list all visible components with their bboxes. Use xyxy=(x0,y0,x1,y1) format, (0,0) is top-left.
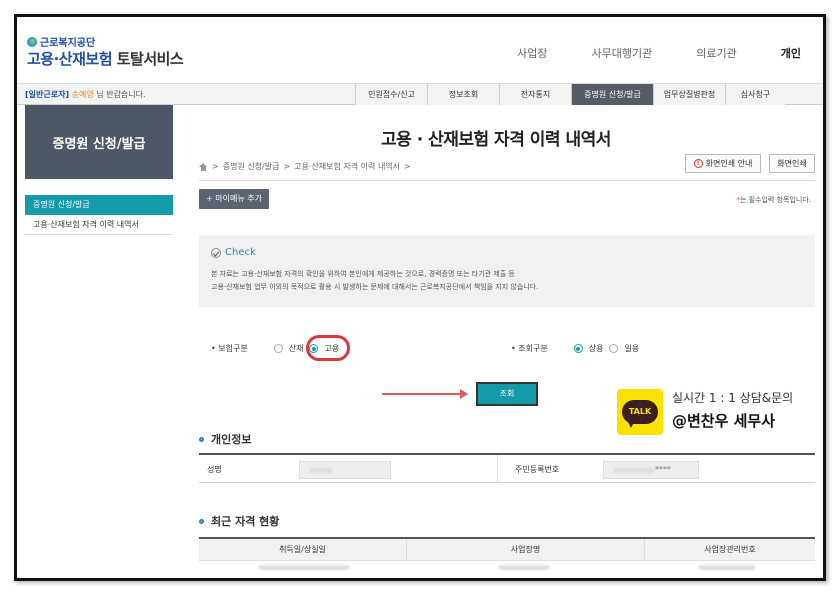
required-text: 는 필수입력 항목입니다. xyxy=(739,196,811,204)
breadcrumb: > 증명원 신청/발급 > 고용·산재보험 자격 이력 내역서 > xyxy=(199,161,411,172)
rrn-field xyxy=(603,461,699,479)
site-header: 근로복지공단 고용·산재보험 토탈서비스 사업장 사무대행기관 의료기관 개인 xyxy=(17,17,823,83)
section-title-history: 최근 자격 현황 xyxy=(199,513,279,529)
breadcrumb-sep: > xyxy=(404,162,411,171)
org-logo-icon xyxy=(27,36,37,47)
radio-daily[interactable] xyxy=(609,344,619,353)
masked-rrn xyxy=(614,468,654,473)
add-mymenu-button[interactable]: + 마이메뉴 추가 xyxy=(199,189,269,209)
radio-daily-label[interactable]: 일용 xyxy=(624,343,639,354)
menu-occupational-disease[interactable]: 업무상질병판정 xyxy=(653,84,725,105)
radio-regular[interactable] xyxy=(573,344,583,353)
greeting-suffix: 님 반갑습니다. xyxy=(93,90,146,99)
query-type-group: • 조회구분 상용 일용 xyxy=(511,343,639,354)
main-menubar: [일반근로자] 송예영 님 반갑습니다. 민원접수/신고 정보조회 전자통지 증… xyxy=(17,83,823,105)
talk-bubble-icon: TALK xyxy=(622,400,658,428)
menu-review-request[interactable]: 심사청구 xyxy=(725,84,785,105)
promo-account-name: @변찬우 세무사 xyxy=(672,412,776,430)
highlight-circle xyxy=(306,335,350,361)
query-type-label: • 조회구분 xyxy=(511,344,548,353)
kakao-talk-logo[interactable]: TALK xyxy=(617,389,663,435)
pointer-arrow xyxy=(382,389,468,399)
print-guide-label: 화면인쇄 안내 xyxy=(705,159,753,168)
cell-separator xyxy=(497,455,498,483)
check-notice-line-1: 본 자료는 고용·산재보험 자격의 확인을 위하여 본인에게 제공하는 것으로,… xyxy=(211,270,515,278)
breadcrumb-sep: > xyxy=(283,162,291,171)
service-logo[interactable]: 고용·산재보험 토탈서비스 xyxy=(27,48,184,69)
service-name-part1: 고용·산재보험 xyxy=(27,50,113,68)
org-logo[interactable]: 근로복지공단 xyxy=(27,34,95,49)
browser-frame: 근로복지공단 고용·산재보험 토탈서비스 사업장 사무대행기관 의료기관 개인 … xyxy=(14,14,826,581)
home-icon[interactable] xyxy=(199,162,208,171)
topnav-agency[interactable]: 사무대행기관 xyxy=(592,45,653,61)
name-field xyxy=(299,461,391,479)
service-name-part2: 토탈서비스 xyxy=(112,50,184,68)
topnav-medical[interactable]: 의료기관 xyxy=(696,45,736,61)
required-note: *는 필수입력 항목입니다. xyxy=(736,195,811,205)
print-button[interactable]: 화면인쇄 xyxy=(769,154,815,173)
rrn-mask: **** xyxy=(655,465,671,474)
section-title-personal: 개인정보 xyxy=(199,431,251,447)
query-button[interactable]: 조회 xyxy=(476,382,538,406)
menu-civil-petition[interactable]: 민원접수/신고 xyxy=(355,84,427,105)
menu-items: 민원접수/신고 정보조회 전자통지 증명원 신청/발급 업무상질병판정 심사청구 xyxy=(355,84,785,105)
bullet-icon xyxy=(199,436,204,442)
menu-certificate[interactable]: 증명원 신청/발급 xyxy=(571,84,653,105)
bullet-icon xyxy=(199,518,204,524)
topnav-business[interactable]: 사업장 xyxy=(517,45,547,61)
radio-industrial-accident[interactable] xyxy=(273,344,283,353)
menu-info-inquiry[interactable]: 정보조회 xyxy=(427,84,499,105)
check-circle-icon xyxy=(211,247,221,258)
check-notice-line-2: 고용·산재보험 업무 이외의 목적으로 활용 시 발생하는 문제에 대해서는 근… xyxy=(211,283,539,291)
masked-name xyxy=(310,468,332,473)
user-type: [일반근로자] xyxy=(25,90,70,99)
top-navigation: 사업장 사무대행기관 의료기관 개인 xyxy=(495,45,823,61)
radio-industrial-accident-label[interactable]: 산재 xyxy=(289,343,304,354)
page-title: 고용 · 산재보험 자격 이력 내역서 xyxy=(381,130,611,150)
insurance-type-label: • 보험구분 xyxy=(211,344,248,353)
sidebar: 증명원 신청/발급 증명원 신청/발급 고용·산재보험 자격 이력 내역서 xyxy=(25,105,173,235)
col-header-date: 취득일/상실일 xyxy=(199,539,407,561)
sidebar-title: 증명원 신청/발급 xyxy=(25,105,173,179)
check-title: Check xyxy=(211,247,256,258)
check-title-text: Check xyxy=(225,247,256,258)
print-guide-button[interactable]: ! 화면인쇄 안내 xyxy=(685,154,761,173)
topnav-personal[interactable]: 개인 xyxy=(781,45,801,61)
rrn-label: 주민등록번호 xyxy=(515,465,560,474)
section-title-history-text: 최근 자격 현황 xyxy=(211,515,280,528)
personal-info-table: 성명 주민등록번호 **** xyxy=(199,453,815,483)
breadcrumb-sep: > xyxy=(212,162,219,171)
user-name: 송예영 xyxy=(71,90,94,99)
alert-icon: ! xyxy=(693,159,703,168)
radio-regular-label[interactable]: 상용 xyxy=(589,343,604,354)
breadcrumb-item-certificate[interactable]: 증명원 신청/발급 xyxy=(223,161,280,172)
user-greeting: [일반근로자] 송예영 님 반갑습니다. xyxy=(25,89,146,100)
masked-row-date xyxy=(259,565,349,570)
masked-row-workplace-id xyxy=(699,565,755,570)
qualification-history-table: 취득일/상실일 사업장명 사업장관리번호 xyxy=(199,537,815,570)
sidebar-item-qualification-history[interactable]: 고용·산재보험 자격 이력 내역서 xyxy=(25,215,173,235)
name-label: 성명 xyxy=(207,465,222,474)
check-notice-box: Check 본 자료는 고용·산재보험 자격의 확인을 위하여 본인에게 제공하… xyxy=(199,235,815,307)
promo-consult-text: 실시간 1 : 1 상담&문의 xyxy=(672,391,794,405)
org-name: 근로복지공단 xyxy=(40,38,96,49)
section-title-personal-text: 개인정보 xyxy=(211,433,252,446)
menu-e-notice[interactable]: 전자통지 xyxy=(499,84,571,105)
sidebar-item-certificate[interactable]: 증명원 신청/발급 xyxy=(25,195,173,215)
breadcrumb-item-current: 고용·산재보험 자격 이력 내역서 xyxy=(294,162,401,171)
title-divider xyxy=(199,180,815,181)
masked-row-workplace xyxy=(499,565,549,570)
col-header-workplace-id: 사업장관리번호 xyxy=(645,539,815,561)
col-header-workplace: 사업장명 xyxy=(407,539,645,561)
